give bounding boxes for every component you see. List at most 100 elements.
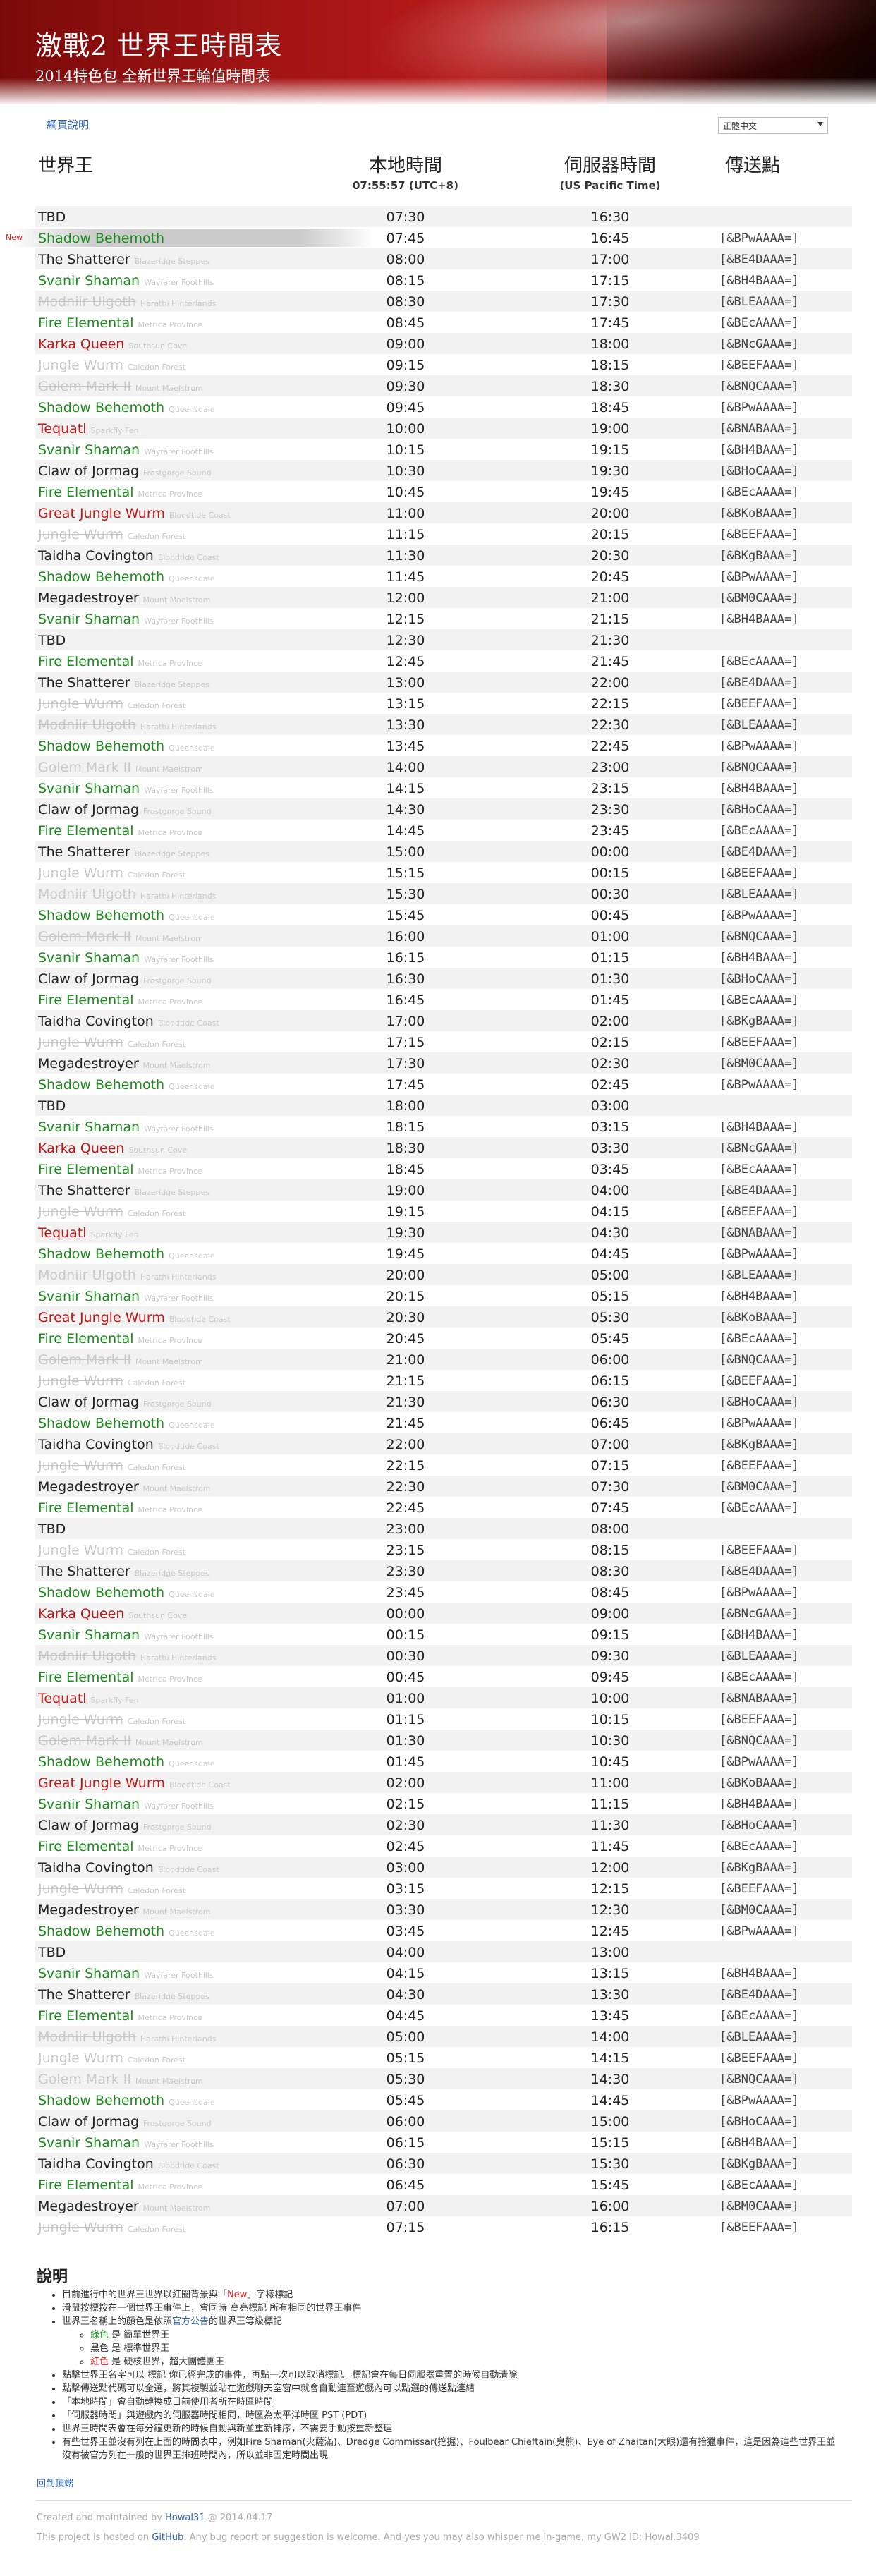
- waypoint-code[interactable]: [&BEEFAAA=]: [719, 1713, 799, 1727]
- boss-name-cell[interactable]: Fire Elemental Metrica Province: [38, 1162, 202, 1177]
- waypoint-code[interactable]: [&BPwAAAA=]: [719, 231, 799, 245]
- boss-name[interactable]: TBD: [38, 633, 66, 648]
- boss-name[interactable]: Taidha Covington: [38, 1014, 154, 1029]
- waypoint-code[interactable]: [&BEcAAAA=]: [719, 1840, 799, 1854]
- waypoint-code[interactable]: [&BH4BAAA=]: [719, 274, 799, 288]
- waypoint-code[interactable]: [&BH4BAAA=]: [719, 1628, 799, 1642]
- boss-name[interactable]: Jungle Wurm: [38, 696, 123, 712]
- boss-name[interactable]: Fire Elemental: [38, 1331, 134, 1347]
- boss-name[interactable]: TBD: [38, 1098, 66, 1114]
- boss-name-cell[interactable]: Modniir Ulgoth Harathi Hinterlands: [38, 717, 216, 733]
- waypoint-code[interactable]: [&BKoBAAA=]: [719, 1311, 799, 1325]
- boss-name[interactable]: Jungle Wurm: [38, 1881, 123, 1897]
- waypoint-code[interactable]: [&BPwAAAA=]: [719, 1247, 799, 1261]
- boss-name[interactable]: Jungle Wurm: [38, 1543, 123, 1558]
- boss-name[interactable]: Golem Mark II: [38, 929, 131, 944]
- boss-name-cell[interactable]: Shadow Behemoth: [38, 231, 164, 246]
- boss-name[interactable]: Shadow Behemoth: [38, 1585, 164, 1600]
- boss-name[interactable]: TBD: [38, 1945, 66, 1960]
- boss-name-cell[interactable]: Taidha Covington Bloodtide Coast: [38, 2156, 219, 2172]
- boss-name[interactable]: TBD: [38, 209, 66, 225]
- boss-name[interactable]: The Shatterer: [38, 675, 130, 691]
- boss-name-cell[interactable]: Golem Mark II Mount Maelstrom: [38, 1352, 203, 1368]
- official-announcement-link[interactable]: 官方公告: [172, 2316, 209, 2327]
- boss-name[interactable]: Megadestroyer: [38, 1479, 139, 1495]
- boss-name[interactable]: Svanir Shaman: [38, 781, 140, 796]
- boss-name-cell[interactable]: Fire Elemental Metrica Province: [38, 1331, 202, 1347]
- boss-name-cell[interactable]: Karka Queen Southsun Cove: [38, 1141, 187, 1156]
- waypoint-code[interactable]: [&BEcAAAA=]: [719, 655, 799, 669]
- boss-name-cell[interactable]: Fire Elemental Metrica Province: [38, 992, 202, 1008]
- waypoint-code[interactable]: [&BEcAAAA=]: [719, 2009, 799, 2023]
- boss-name-cell[interactable]: Megadestroyer Mount Maelstrom: [38, 1056, 210, 1071]
- boss-name[interactable]: Claw of Jormag: [38, 802, 139, 818]
- boss-name-cell[interactable]: The Shatterer Blazeridge Steppes: [38, 1564, 209, 1579]
- boss-name-cell[interactable]: Jungle Wurm Caledon Forest: [38, 696, 185, 712]
- boss-name-cell[interactable]: Modniir Ulgoth Harathi Hinterlands: [38, 2029, 216, 2045]
- waypoint-code[interactable]: [&BEEFAAA=]: [719, 358, 799, 372]
- waypoint-code[interactable]: [&BM0CAAA=]: [719, 2199, 799, 2213]
- waypoint-code[interactable]: [&BPwAAAA=]: [719, 739, 799, 753]
- boss-name[interactable]: Claw of Jormag: [38, 463, 139, 479]
- boss-name[interactable]: The Shatterer: [38, 1987, 130, 2003]
- boss-name-cell[interactable]: The Shatterer Blazeridge Steppes: [38, 252, 209, 267]
- boss-name[interactable]: Svanir Shaman: [38, 950, 140, 966]
- waypoint-code[interactable]: [&BHoCAAA=]: [719, 803, 799, 817]
- boss-name[interactable]: Tequatl: [38, 421, 87, 437]
- boss-name-cell[interactable]: Shadow Behemoth Queensdale: [38, 1416, 215, 1431]
- boss-name[interactable]: Karka Queen: [38, 336, 124, 352]
- boss-name-cell[interactable]: Jungle Wurm Caledon Forest: [38, 865, 185, 881]
- waypoint-code[interactable]: [&BH4BAAA=]: [719, 951, 799, 965]
- boss-name-cell[interactable]: Jungle Wurm Caledon Forest: [38, 1458, 185, 1474]
- boss-name[interactable]: Jungle Wurm: [38, 358, 123, 373]
- waypoint-code[interactable]: [&BNABAAA=]: [719, 1691, 799, 1706]
- boss-name-cell[interactable]: Claw of Jormag Frostgorge Sound: [38, 2114, 212, 2130]
- waypoint-code[interactable]: [&BEEFAAA=]: [719, 1374, 799, 1388]
- boss-name-cell[interactable]: Fire Elemental Metrica Province: [38, 654, 202, 669]
- waypoint-code[interactable]: [&BEEFAAA=]: [719, 1459, 799, 1473]
- boss-name-cell[interactable]: Fire Elemental Metrica Province: [38, 1839, 202, 1854]
- boss-name[interactable]: Svanir Shaman: [38, 612, 140, 627]
- waypoint-code[interactable]: [&BH4BAAA=]: [719, 1120, 799, 1134]
- waypoint-code[interactable]: [&BNABAAA=]: [719, 422, 799, 436]
- waypoint-code[interactable]: [&BEcAAAA=]: [719, 316, 799, 330]
- boss-name-cell[interactable]: Svanir Shaman Wayfarer Foothills: [38, 950, 214, 966]
- waypoint-code[interactable]: [&BNQCAAA=]: [719, 379, 799, 394]
- boss-name-cell[interactable]: The Shatterer Blazeridge Steppes: [38, 1183, 209, 1198]
- waypoint-code[interactable]: [&BEEFAAA=]: [719, 1205, 799, 1219]
- waypoint-code[interactable]: [&BHoCAAA=]: [719, 1395, 799, 1409]
- waypoint-code[interactable]: [&BEEFAAA=]: [719, 1882, 799, 1896]
- waypoint-code[interactable]: [&BEEFAAA=]: [719, 528, 799, 542]
- boss-name-cell[interactable]: Fire Elemental Metrica Province: [38, 1500, 202, 1516]
- boss-name-cell[interactable]: Great Jungle Wurm Bloodtide Coast: [38, 506, 231, 521]
- boss-name[interactable]: TBD: [38, 1521, 66, 1537]
- boss-name-cell[interactable]: Jungle Wurm Caledon Forest: [38, 358, 185, 373]
- waypoint-code[interactable]: [&BH4BAAA=]: [719, 782, 799, 796]
- waypoint-code[interactable]: [&BE4DAAA=]: [719, 845, 799, 859]
- boss-name-cell[interactable]: The Shatterer Blazeridge Steppes: [38, 675, 209, 691]
- waypoint-code[interactable]: [&BPwAAAA=]: [719, 1586, 799, 1600]
- waypoint-code[interactable]: [&BE4DAAA=]: [719, 253, 799, 267]
- boss-name-cell[interactable]: Svanir Shaman Wayfarer Foothills: [38, 1289, 214, 1304]
- boss-name[interactable]: Modniir Ulgoth: [38, 717, 136, 733]
- boss-name-cell[interactable]: Taidha Covington Bloodtide Coast: [38, 1860, 219, 1876]
- boss-name-cell[interactable]: Shadow Behemoth Queensdale: [38, 400, 215, 415]
- boss-name[interactable]: Fire Elemental: [38, 1162, 134, 1177]
- waypoint-code[interactable]: [&BM0CAAA=]: [719, 1903, 799, 1917]
- boss-name-cell[interactable]: Modniir Ulgoth Harathi Hinterlands: [38, 887, 216, 902]
- boss-name[interactable]: Tequatl: [38, 1691, 87, 1706]
- boss-name[interactable]: Shadow Behemoth: [38, 1077, 164, 1093]
- boss-name[interactable]: Claw of Jormag: [38, 1395, 139, 1410]
- boss-name[interactable]: Tequatl: [38, 1225, 87, 1241]
- boss-name[interactable]: Shadow Behemoth: [38, 1754, 164, 1770]
- boss-name-cell[interactable]: Megadestroyer Mount Maelstrom: [38, 1902, 210, 1918]
- waypoint-code[interactable]: [&BEcAAAA=]: [719, 1501, 799, 1515]
- waypoint-code[interactable]: [&BEEFAAA=]: [719, 1035, 799, 1050]
- help-link[interactable]: 網頁說明: [47, 117, 89, 132]
- boss-name[interactable]: Great Jungle Wurm: [38, 1775, 165, 1791]
- waypoint-code[interactable]: [&BPwAAAA=]: [719, 401, 799, 415]
- boss-name-cell[interactable]: Fire Elemental Metrica Province: [38, 1670, 202, 1685]
- boss-name[interactable]: Golem Mark II: [38, 1352, 131, 1368]
- boss-name-cell[interactable]: Claw of Jormag Frostgorge Sound: [38, 1395, 212, 1410]
- boss-name[interactable]: Jungle Wurm: [38, 1712, 123, 1727]
